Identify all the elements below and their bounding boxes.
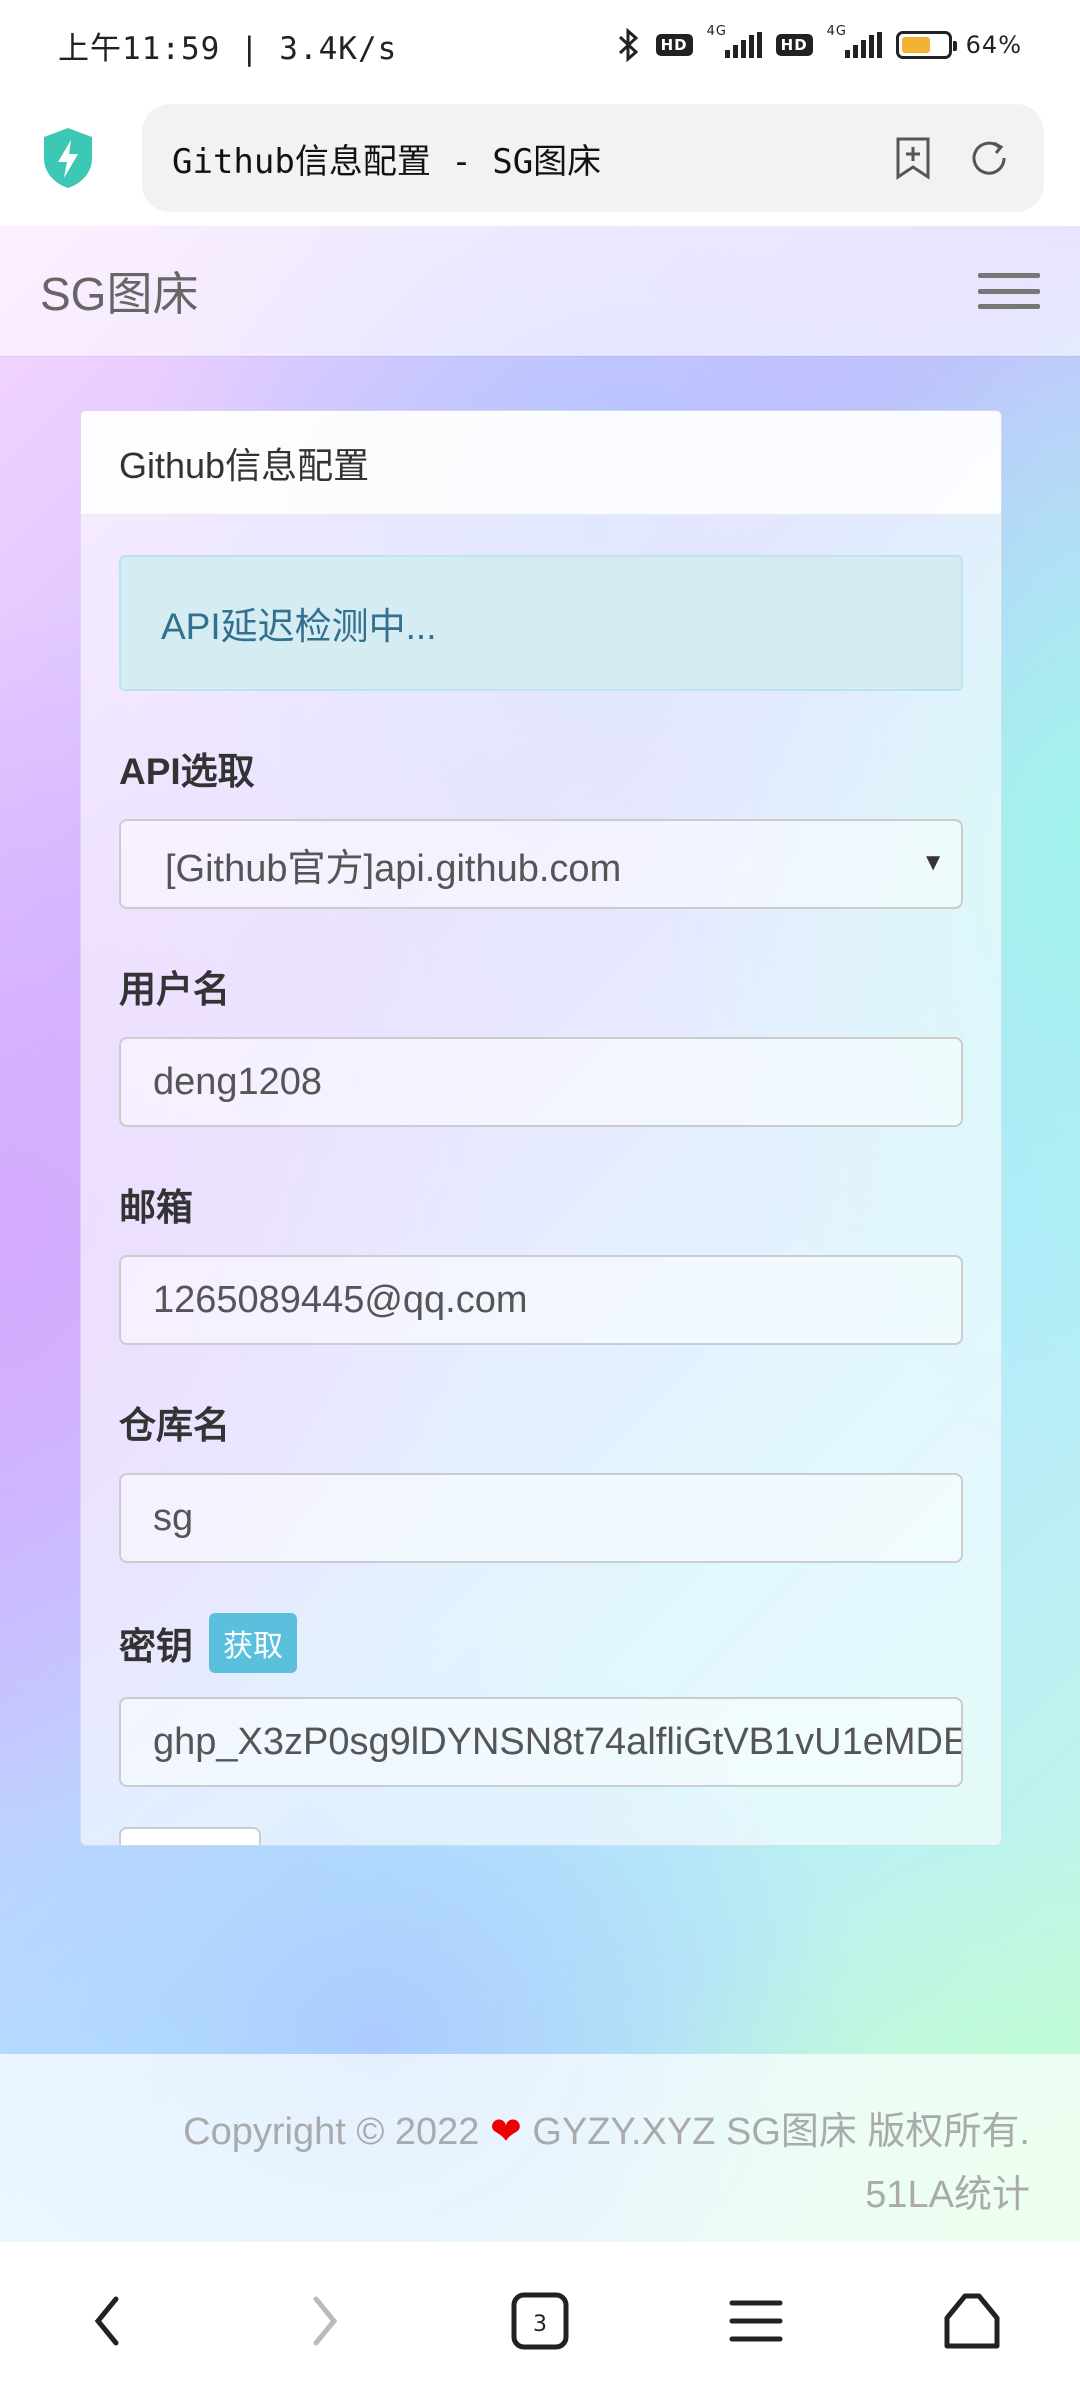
api-select[interactable]: [Github官方]api.github.com ▼ bbox=[119, 819, 963, 909]
signal-icon: 4G bbox=[707, 24, 762, 58]
bluetooth-icon bbox=[616, 28, 642, 62]
api-latency-alert: API延迟检测中... bbox=[119, 555, 963, 691]
url-box[interactable]: Github信息配置 - SG图床 bbox=[142, 104, 1044, 212]
battery-percent: 64% bbox=[965, 31, 1022, 59]
browser-address-bar: Github信息配置 - SG图床 bbox=[0, 90, 1080, 226]
browser-bottom-nav: 3 bbox=[0, 2242, 1080, 2400]
status-bar: 上午11:59 | 3.4K/s HD 4G HD 4G 64% bbox=[0, 0, 1080, 90]
tabs-icon[interactable]: 3 bbox=[495, 2276, 585, 2366]
status-time-speed: 上午11:59 | 3.4K/s bbox=[58, 30, 398, 67]
site-footer: Copyright © 2022 ❤ GYZY.XYZ SG图床 版权所有. 5… bbox=[0, 2054, 1080, 2242]
refresh-icon[interactable] bbox=[964, 133, 1014, 183]
back-icon[interactable] bbox=[63, 2276, 153, 2366]
shield-icon[interactable] bbox=[36, 126, 100, 190]
heart-icon: ❤ bbox=[489, 2111, 522, 2153]
hd-badge: HD bbox=[655, 34, 693, 56]
api-select-label: API选取 bbox=[119, 751, 255, 792]
hd-badge: HD bbox=[775, 34, 813, 56]
page-content: SG图床 Github信息配置 API延迟检测中... API选取 [Githu… bbox=[0, 226, 1080, 2242]
card-header: Github信息配置 bbox=[81, 411, 1001, 515]
stats-link[interactable]: 51LA统计 bbox=[50, 2163, 1030, 2218]
copyright-line: Copyright © 2022 ❤ GYZY.XYZ SG图床 版权所有. bbox=[183, 2111, 1030, 2153]
forward-icon[interactable] bbox=[279, 2276, 369, 2366]
repo-label: 仓库名 bbox=[119, 1405, 230, 1446]
page-title[interactable]: Github信息配置 - SG图床 bbox=[172, 134, 862, 183]
bookmark-add-icon[interactable] bbox=[888, 133, 938, 183]
hamburger-menu-icon[interactable] bbox=[978, 269, 1040, 313]
signal-icon: 4G bbox=[827, 24, 882, 58]
api-selected-value: [Github官方]api.github.com bbox=[165, 847, 622, 890]
repo-input[interactable]: sg bbox=[119, 1473, 963, 1563]
menu-icon[interactable] bbox=[711, 2276, 801, 2366]
save-button[interactable]: 保存 bbox=[119, 1827, 261, 1845]
token-label: 密钥 获取 bbox=[119, 1613, 963, 1673]
site-navbar: SG图床 bbox=[0, 226, 1080, 356]
status-icons: HD 4G HD 4G 64% bbox=[616, 24, 1022, 62]
username-label: 用户名 bbox=[119, 969, 230, 1010]
tabs-count: 3 bbox=[533, 2312, 547, 2337]
token-input[interactable]: ghp_X3zP0sg9lDYNSN8t74alfliGtVB1vU1eMDE bbox=[119, 1697, 963, 1787]
username-input[interactable]: deng1208 bbox=[119, 1037, 963, 1127]
site-brand[interactable]: SG图床 bbox=[40, 258, 978, 324]
home-icon[interactable] bbox=[927, 2276, 1017, 2366]
email-label: 邮箱 bbox=[119, 1187, 193, 1228]
email-input[interactable]: 1265089445@qq.com bbox=[119, 1255, 963, 1345]
github-config-card: Github信息配置 API延迟检测中... API选取 [Github官方]a… bbox=[80, 410, 1002, 1846]
dropdown-caret-icon: ▼ bbox=[921, 849, 945, 876]
card-body: API延迟检测中... API选取 [Github官方]api.github.c… bbox=[81, 515, 1001, 1845]
get-token-badge[interactable]: 获取 bbox=[209, 1613, 297, 1673]
battery-icon bbox=[895, 31, 957, 59]
